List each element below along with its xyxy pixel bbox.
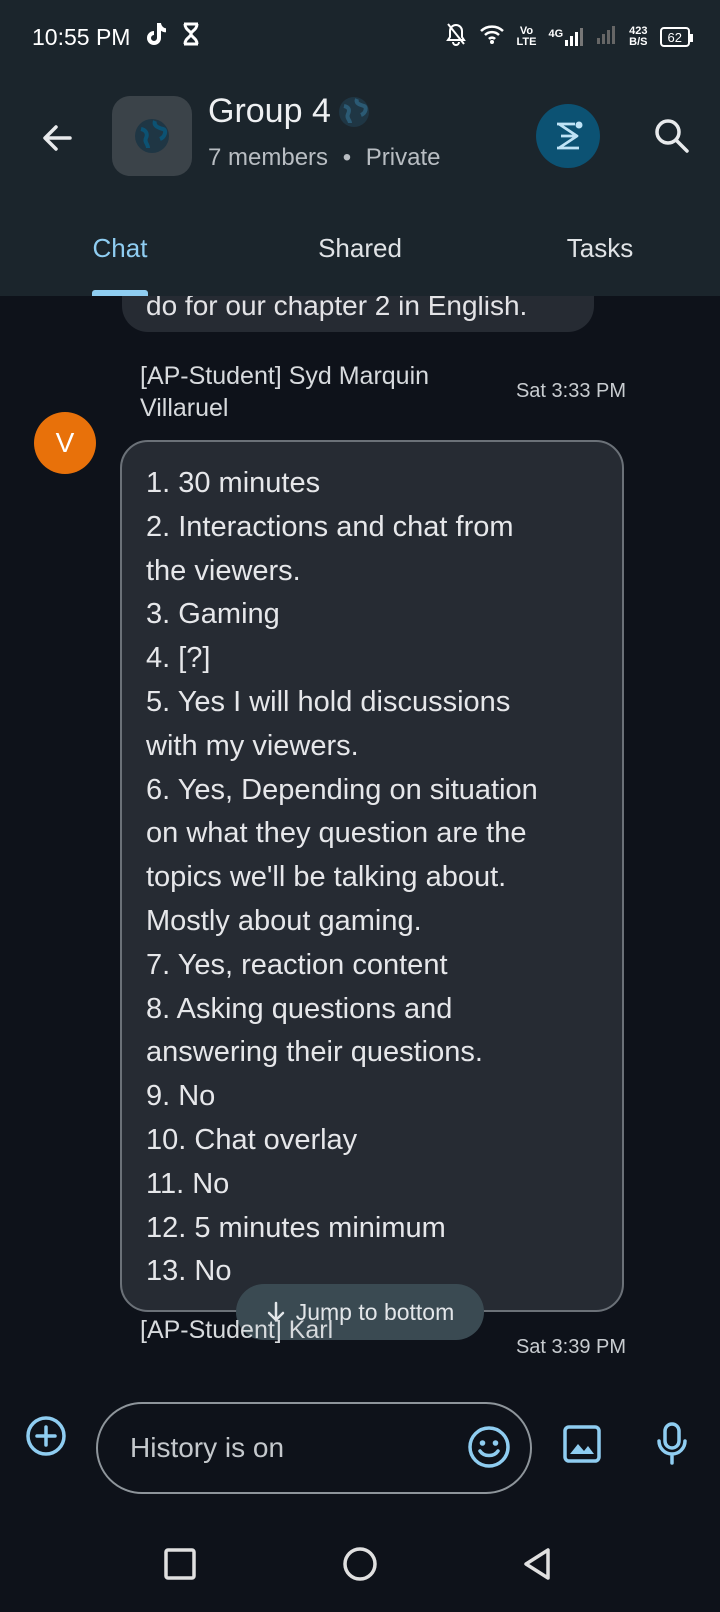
status-time: 10:55 PM bbox=[32, 23, 131, 50]
avatar[interactable]: V bbox=[34, 412, 96, 474]
message-line: with my viewers. bbox=[146, 729, 359, 762]
search-button[interactable] bbox=[650, 114, 694, 158]
message-sender: [AP-Student] Karl bbox=[140, 1316, 334, 1344]
battery-indicator: 62 bbox=[659, 27, 694, 47]
message-line: on what they question are the bbox=[146, 817, 527, 850]
back-nav-button[interactable] bbox=[518, 1544, 558, 1584]
gem-button[interactable] bbox=[536, 104, 600, 168]
previous-message-text: do for our chapter 2 in English. bbox=[146, 296, 528, 321]
previous-message-bubble: do for our chapter 2 in English. bbox=[122, 296, 594, 332]
message-line: 2. Interactions and chat from bbox=[146, 510, 514, 543]
hourglass-icon bbox=[182, 22, 200, 52]
message-line: 11. No bbox=[146, 1167, 230, 1200]
globe-emoji-icon bbox=[338, 96, 369, 127]
message-bubble[interactable]: 1. 30 minutes 2. Interactions and chat f… bbox=[120, 440, 624, 1312]
status-bar: 10:55 PM Vo LTE 4G 423 B/S 62 bbox=[0, 0, 720, 74]
system-nav-bar bbox=[0, 1514, 720, 1612]
message-line: the viewers. bbox=[146, 554, 301, 587]
globe-icon bbox=[135, 119, 169, 153]
group-title[interactable]: Group 4 bbox=[208, 92, 371, 131]
tab-tasks[interactable]: Tasks bbox=[480, 216, 720, 296]
group-name: Group 4 bbox=[208, 92, 331, 130]
message-line: Mostly about gaming. bbox=[146, 904, 422, 937]
search-icon bbox=[655, 119, 689, 153]
composer: History is on bbox=[0, 1384, 720, 1514]
group-subtitle: 7 members • Private bbox=[208, 144, 441, 171]
member-count: 7 members bbox=[208, 144, 329, 171]
home-button[interactable] bbox=[340, 1544, 380, 1584]
recents-button[interactable] bbox=[160, 1544, 200, 1584]
volte-indicator: Vo LTE bbox=[516, 25, 537, 48]
message-line: 1. 30 minutes bbox=[146, 467, 321, 499]
back-arrow-icon bbox=[43, 125, 72, 151]
mic-button[interactable] bbox=[652, 1420, 692, 1468]
message-line: topics we'll be talking about. bbox=[146, 861, 507, 894]
message-line: 6. Yes, Depending on situation bbox=[146, 773, 538, 806]
emoji-icon bbox=[468, 1426, 510, 1468]
message-time: Sat 3:33 PM bbox=[515, 380, 626, 402]
add-button[interactable] bbox=[24, 1414, 68, 1458]
image-button[interactable] bbox=[560, 1422, 604, 1466]
privacy-label: Private bbox=[365, 144, 441, 171]
signal-2-icon bbox=[597, 24, 617, 50]
message-line: 8. Asking questions and bbox=[146, 992, 453, 1025]
message-line: 7. Yes, reaction content bbox=[146, 948, 448, 981]
net-speed: 423 B/S bbox=[629, 25, 648, 48]
group-avatar[interactable] bbox=[112, 96, 192, 176]
plus-circle-icon bbox=[26, 1416, 66, 1456]
square-icon bbox=[164, 1548, 196, 1580]
back-button[interactable] bbox=[36, 116, 80, 160]
tab-chat[interactable]: Chat bbox=[0, 216, 240, 296]
tab-shared[interactable]: Shared bbox=[240, 216, 480, 296]
message-line: 12. 5 minutes minimum bbox=[146, 1211, 446, 1244]
message-line: 3. Gaming bbox=[146, 598, 280, 631]
signal-icon: 4G bbox=[548, 28, 585, 46]
message-line: answering their questions. bbox=[146, 1036, 483, 1069]
mute-bell-icon bbox=[445, 22, 467, 52]
gem-icon bbox=[557, 121, 583, 150]
message-line: 10. Chat overlay bbox=[146, 1123, 358, 1156]
message-list[interactable]: do for our chapter 2 in English. [AP-Stu… bbox=[0, 296, 720, 1384]
emoji-button[interactable] bbox=[466, 1424, 512, 1470]
message-line: 4. [?] bbox=[146, 642, 211, 675]
message-input-placeholder: History is on bbox=[130, 1432, 285, 1463]
message-line: 5. Yes I will hold discussions bbox=[146, 685, 511, 718]
chat-header: Group 4 7 members • Private Chat Shared … bbox=[0, 74, 720, 296]
wifi-icon bbox=[479, 23, 505, 51]
image-icon bbox=[563, 1425, 601, 1463]
message-time: Sat 3:39 PM bbox=[515, 1336, 626, 1358]
tiktok-icon bbox=[144, 21, 168, 53]
circle-icon bbox=[343, 1547, 377, 1581]
message-sender: [AP-Student] Syd Marquin Villaruel bbox=[140, 362, 430, 422]
tab-bar: Chat Shared Tasks bbox=[0, 216, 720, 296]
message-line: 9. No bbox=[146, 1080, 216, 1113]
mic-icon bbox=[657, 1422, 687, 1465]
triangle-back-icon bbox=[524, 1548, 550, 1580]
